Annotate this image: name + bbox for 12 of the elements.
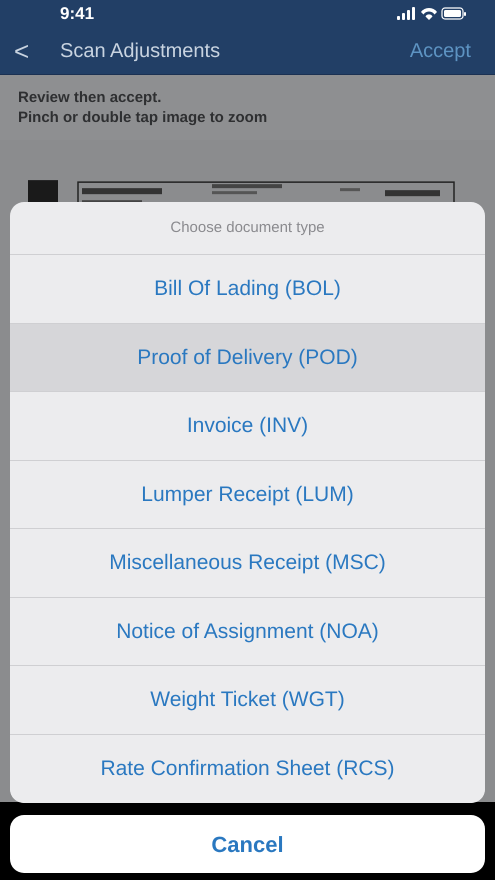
instruction-text: Review then accept. bbox=[18, 88, 162, 108]
back-button[interactable]: < bbox=[14, 32, 60, 70]
sheet-title: Choose document type bbox=[170, 218, 325, 238]
document-type-option[interactable]: Proof of Delivery (POD) bbox=[10, 324, 485, 392]
cancel-button[interactable]: Cancel bbox=[10, 815, 485, 873]
status-time: 9:41 bbox=[60, 3, 94, 26]
accept-button[interactable]: Accept bbox=[410, 36, 481, 66]
wifi-icon bbox=[421, 8, 437, 20]
screen-title: Scan Adjustments bbox=[60, 39, 222, 64]
instruction-text: Pinch or double tap image to zoom bbox=[18, 108, 268, 128]
battery-icon bbox=[441, 7, 466, 20]
signal-icon bbox=[397, 7, 415, 20]
